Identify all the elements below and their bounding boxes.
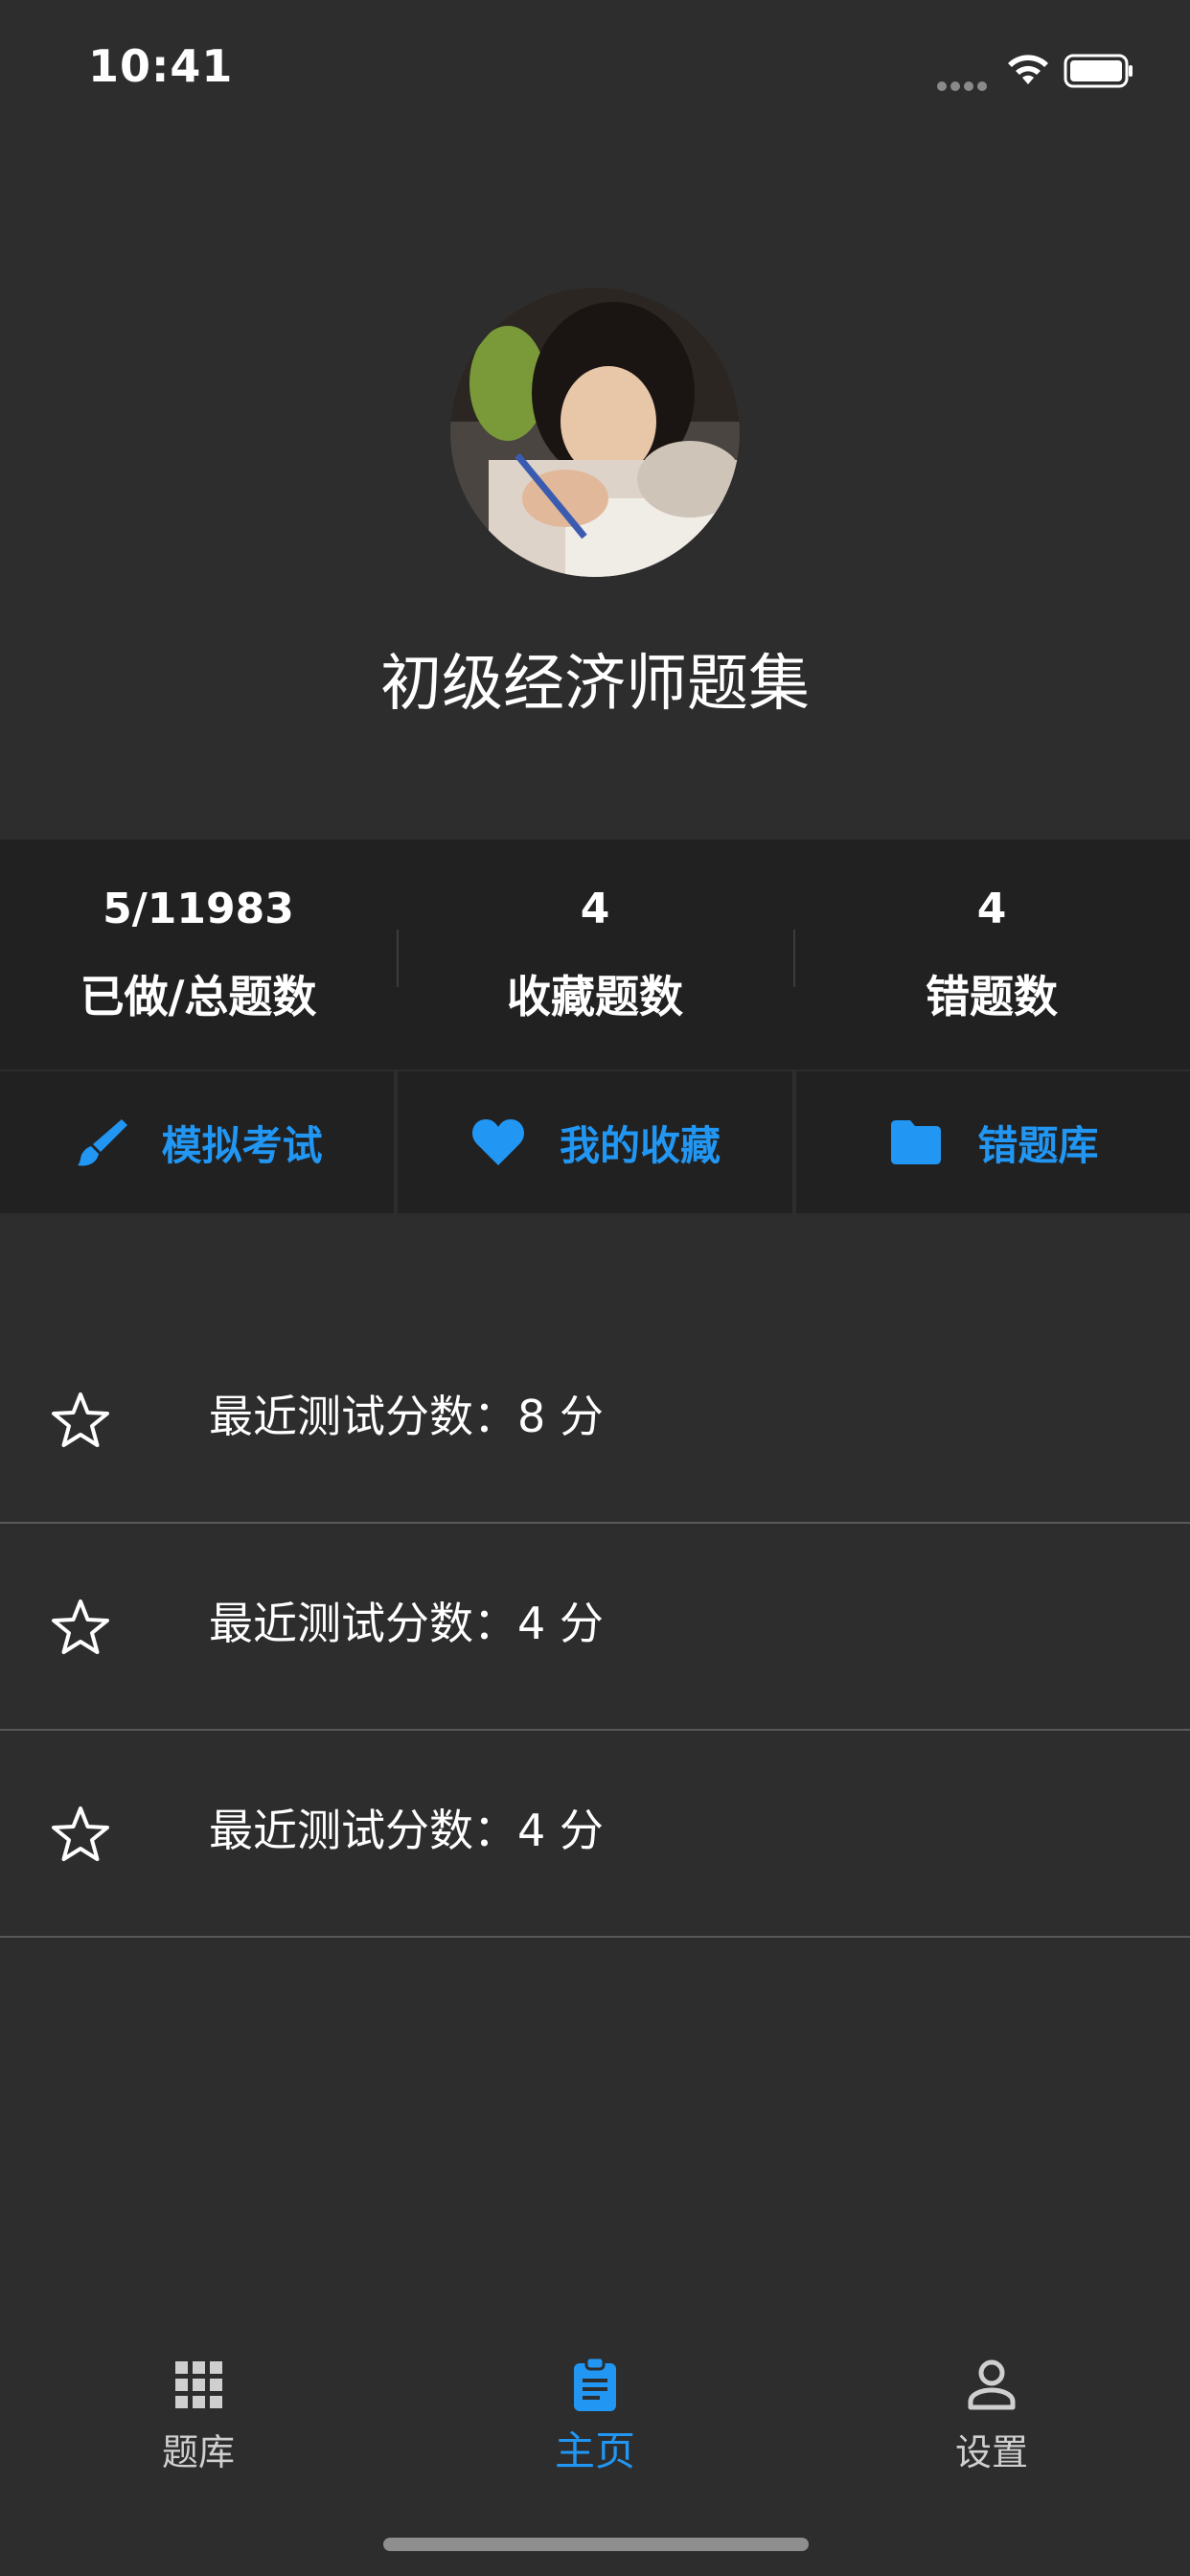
star-outline-icon	[52, 1806, 109, 1861]
stat-progress: 5/11983 已做/总题数	[0, 840, 397, 1070]
stat-value: 4	[580, 884, 610, 933]
tab-question-bank[interactable]: 题库	[0, 2338, 397, 2492]
stats-panel: 5/11983 已做/总题数 4 收藏题数 4 错题数	[0, 840, 1190, 1070]
stat-favorites: 4 收藏题数	[397, 840, 793, 1070]
clipboard-icon	[574, 2356, 616, 2411]
star-outline-icon	[52, 1392, 109, 1447]
mock-exam-button[interactable]: 模拟考试	[0, 1071, 395, 1213]
action-bar: 模拟考试 我的收藏 错题库	[0, 1071, 1190, 1213]
score-text: 最近测试分数：4 分	[209, 1805, 604, 1856]
star-outline-icon	[52, 1599, 109, 1654]
stat-mistakes: 4 错题数	[793, 840, 1190, 1070]
score-list: 最近测试分数：8 分 最近测试分数：4 分 最近测试分数：4 分	[0, 1215, 1190, 1938]
avatar[interactable]	[450, 288, 740, 577]
stat-label: 收藏题数	[507, 970, 683, 1023]
tab-bar: 题库 主页 设置	[0, 2338, 1190, 2492]
avatar-photo	[450, 288, 740, 577]
status-time: 10:41	[88, 40, 234, 92]
tab-label: 题库	[161, 2431, 235, 2473]
action-label: 错题库	[977, 1121, 1099, 1169]
brush-icon	[77, 1119, 127, 1166]
wifi-icon	[1008, 55, 1048, 84]
status-bar: 10:41	[0, 0, 1190, 144]
folder-icon	[891, 1120, 942, 1164]
page-title: 初级经济师题集	[380, 649, 810, 720]
tab-label: 设置	[954, 2431, 1028, 2473]
list-item[interactable]: 最近测试分数：8 分	[0, 1215, 1190, 1524]
cellular-signal-icon	[937, 77, 993, 91]
tab-settings[interactable]: 设置	[793, 2338, 1190, 2492]
action-label: 我的收藏	[559, 1121, 721, 1169]
action-label: 模拟考试	[161, 1121, 323, 1169]
heart-icon	[471, 1119, 524, 1165]
stat-label: 错题数	[926, 970, 1058, 1023]
stat-value: 5/11983	[103, 884, 294, 933]
stat-label: 已做/总题数	[80, 970, 317, 1023]
stat-value: 4	[976, 884, 1007, 933]
list-item[interactable]: 最近测试分数：4 分	[0, 1524, 1190, 1731]
grid-icon	[175, 2361, 222, 2408]
score-text: 最近测试分数：4 分	[209, 1598, 604, 1649]
list-item[interactable]: 最近测试分数：4 分	[0, 1731, 1190, 1938]
tab-home[interactable]: 主页	[397, 2338, 793, 2492]
battery-icon	[1064, 54, 1133, 88]
my-favorites-button[interactable]: 我的收藏	[394, 1071, 792, 1213]
tab-label: 主页	[554, 2427, 635, 2474]
person-icon	[968, 2359, 1016, 2410]
mistake-bank-button[interactable]: 错题库	[791, 1071, 1190, 1213]
home-indicator[interactable]	[383, 2538, 809, 2551]
score-text: 最近测试分数：8 分	[209, 1391, 604, 1442]
